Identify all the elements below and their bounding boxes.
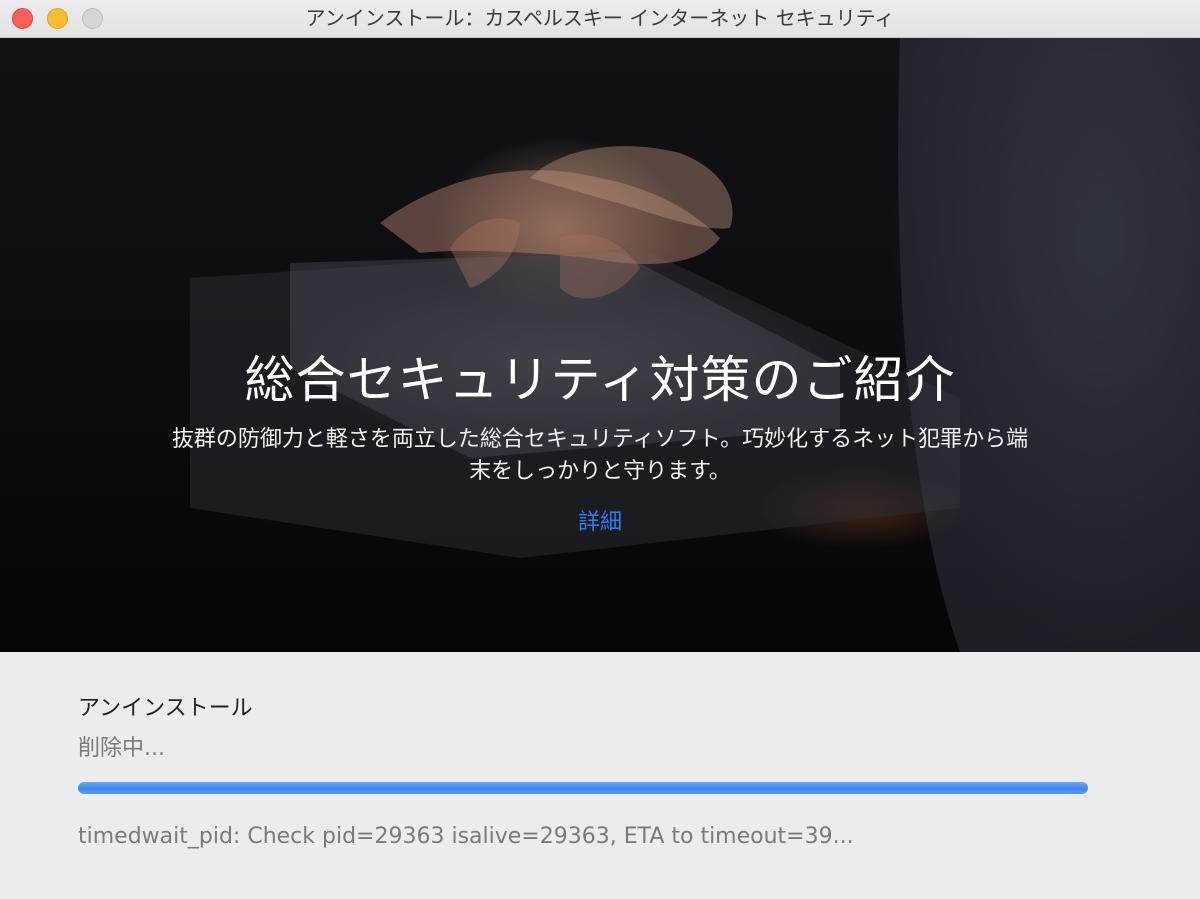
promo-description-line: 末をしっかりと守ります。 <box>469 459 731 484</box>
status-log-line: timedwait_pid: Check pid=29363 isalive=2… <box>78 824 854 849</box>
promo-description: 抜群の防御力と軽さを両立した総合セキュリティソフト。巧妙化するネット犯罪から端 … <box>140 424 1060 488</box>
progress-bar-fill <box>78 782 1088 794</box>
progress-bar <box>78 782 1088 794</box>
title-bar[interactable]: アンインストール：カスペルスキー インターネット セキュリティ <box>0 0 1200 38</box>
status-subtitle: 削除中... <box>78 736 165 761</box>
details-link[interactable]: 詳細 <box>0 504 1200 536</box>
promo-banner: 総合セキュリティ対策のご紹介 抜群の防御力と軽さを両立した総合セキュリティソフト… <box>0 38 1200 652</box>
status-title: アンインストール <box>78 696 253 721</box>
promo-description-line: 抜群の防御力と軽さを両立した総合セキュリティソフト。巧妙化するネット犯罪から端 <box>171 427 1029 452</box>
uninstall-status-panel: アンインストール 削除中... timedwait_pid: Check pid… <box>0 652 1200 899</box>
window-title: アンインストール：カスペルスキー インターネット セキュリティ <box>305 6 895 30</box>
promo-heading: 総合セキュリティ対策のご紹介 <box>244 351 956 409</box>
uninstall-window: アンインストール：カスペルスキー インターネット セキュリティ 総合セキュリティ… <box>0 0 1200 899</box>
